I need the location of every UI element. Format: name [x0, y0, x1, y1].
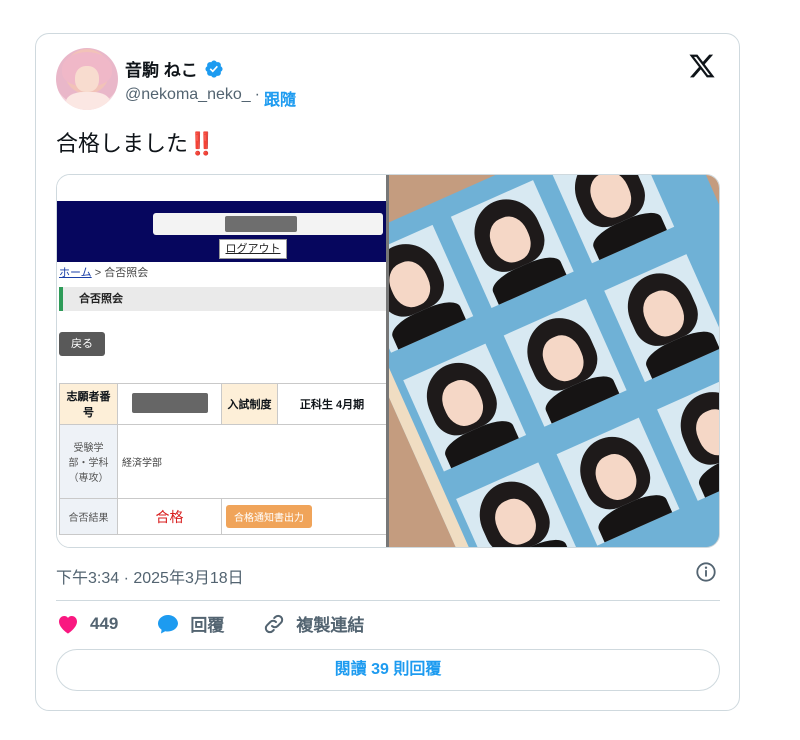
breadcrumb-separator: > — [94, 267, 102, 279]
handle-row: @nekoma_neko_ · 跟隨 — [125, 86, 296, 110]
double-exclamation-emoji: ‼️ — [188, 131, 216, 156]
exam-system-label: 入試制度 — [221, 383, 278, 425]
id-photo — [456, 462, 579, 547]
tweet-media[interactable]: ログアウト ホーム > 合否照会 合否照会 戻る 志願者番号 入試制度 正科生 … — [56, 174, 720, 548]
notice-cell: 合格通知書出力 — [221, 498, 386, 535]
site-header-bar: ログアウト — [57, 201, 386, 262]
divider — [56, 600, 720, 601]
logout-button: ログアウト — [219, 239, 287, 259]
user-handle[interactable]: @nekoma_neko_ — [125, 86, 251, 110]
back-button: 戻る — [59, 332, 105, 356]
display-name[interactable]: 音駒 ねこ — [125, 56, 198, 81]
like-count: 449 — [90, 613, 119, 633]
speech-bubble-icon — [158, 614, 179, 633]
applicant-no-label: 志願者番号 — [59, 383, 118, 425]
id-photo — [389, 224, 474, 353]
id-photo — [604, 254, 719, 383]
result-value: 合格 — [155, 508, 184, 525]
id-photo-sheet — [389, 175, 719, 547]
faculty-label: 受験学部・学科（専攻） — [59, 424, 118, 499]
result-value-cell: 合格 — [117, 498, 222, 535]
breadcrumb-current: 合否照会 — [104, 267, 149, 279]
id-photo — [556, 417, 680, 546]
handle-separator: · — [254, 86, 260, 103]
id-photo — [551, 175, 675, 264]
read-replies-button[interactable]: 閱讀 39 則回覆 — [56, 649, 720, 691]
link-icon — [265, 614, 284, 633]
redaction-mask — [131, 392, 208, 413]
x-logo-icon[interactable] — [687, 52, 717, 80]
section-title: 合否照会 — [59, 287, 386, 311]
username-box — [153, 213, 383, 235]
like-button[interactable]: 449 — [56, 612, 118, 636]
follow-link[interactable]: 跟隨 — [264, 86, 296, 110]
action-bar: 449 回覆 複製連結 — [56, 611, 402, 636]
author-name-row: 音駒 ねこ — [125, 56, 224, 81]
exam-system-value: 正科生 4月期 — [277, 383, 386, 425]
redaction-mask — [225, 216, 297, 232]
breadcrumb: ホーム > 合否照会 — [59, 264, 148, 280]
id-photo — [503, 298, 627, 427]
media-screenshot-result[interactable]: ログアウト ホーム > 合否照会 合否照会 戻る 志願者番号 入試制度 正科生 … — [57, 175, 389, 547]
copy-link-label: 複製連結 — [296, 616, 365, 635]
media-id-photos[interactable] — [389, 175, 719, 547]
avatar[interactable] — [56, 48, 118, 110]
notice-output-button: 合格通知書出力 — [226, 505, 312, 528]
verified-badge-icon — [205, 59, 223, 78]
tweet-timestamp[interactable]: 下午3:34 · 2025年3月18日 — [56, 564, 244, 588]
tweet-text-body: 合格しました — [56, 131, 189, 156]
tweet-text: 合格しました‼️ — [56, 126, 215, 158]
tweet-card: 音駒 ねこ @nekoma_neko_ · 跟隨 合格しました‼️ ログアウト … — [35, 33, 740, 711]
faculty-value: 経済学部 — [117, 424, 386, 499]
breadcrumb-home: ホーム — [59, 267, 92, 279]
id-photo — [450, 180, 574, 309]
copy-link-button[interactable]: 複製連結 — [262, 611, 364, 636]
info-icon[interactable] — [695, 561, 717, 583]
result-label: 合否結果 — [59, 498, 118, 535]
reply-label: 回覆 — [190, 616, 225, 635]
result-table: 志願者番号 入試制度 正科生 4月期 受験学部・学科（専攻） 経済学部 合否結果… — [59, 383, 386, 535]
reply-button[interactable]: 回覆 — [156, 611, 224, 636]
applicant-no-value — [117, 383, 222, 425]
heart-icon — [59, 615, 77, 634]
